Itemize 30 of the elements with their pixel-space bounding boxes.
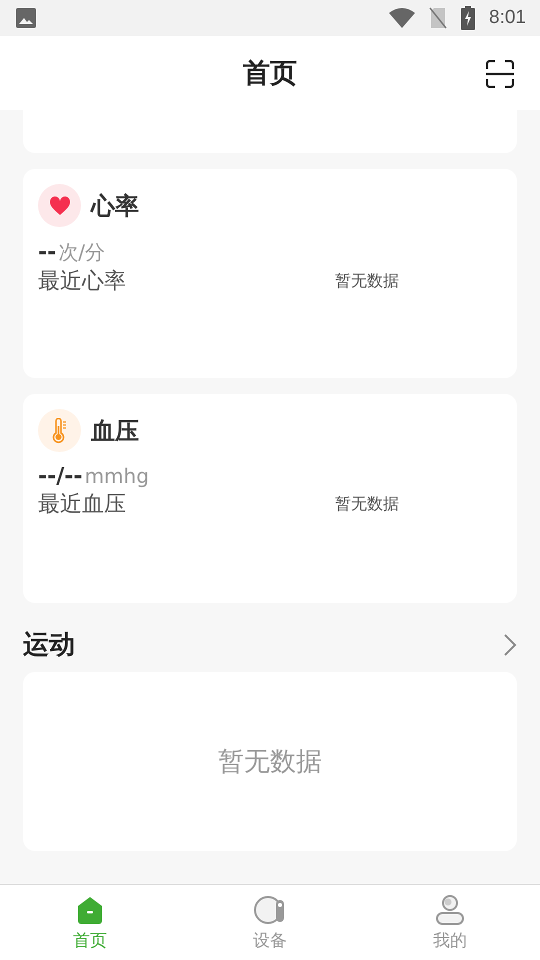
metric-unit: 次/分 — [58, 239, 106, 266]
device-icon — [254, 895, 286, 925]
empty-text: 暂无数据 — [218, 746, 322, 779]
metric-value: -- — [38, 240, 56, 265]
card-title: 心率 — [91, 190, 139, 222]
nav-tab[interactable]: 首页 — [0, 885, 180, 960]
heart-icon — [48, 196, 70, 216]
page-title: 首页 — [243, 57, 297, 91]
no-data-text: 暂无数据 — [335, 494, 399, 514]
metric-label: 最近血压 — [38, 491, 127, 519]
image-icon — [16, 8, 36, 28]
chevron-right-icon[interactable] — [503, 632, 517, 656]
metric-card[interactable]: 血压 --/--mmhg 最近血压 暂无数据 — [23, 394, 517, 603]
wifi-icon — [389, 8, 416, 28]
card-title: 血压 — [91, 416, 139, 446]
home-icon — [75, 895, 105, 925]
no-sim-icon — [429, 7, 448, 29]
metric-label: 最近心率 — [38, 268, 127, 296]
scan-icon[interactable] — [486, 60, 514, 88]
section-title: 运动 — [23, 629, 75, 662]
profile-icon — [435, 895, 465, 925]
thermometer-icon — [52, 418, 68, 444]
metric-unit: mmhg — [84, 464, 149, 488]
no-data-text: 暂无数据 — [335, 270, 399, 292]
status-time: 8:01 — [489, 7, 526, 29]
nav-tab[interactable]: 设备 — [180, 885, 360, 960]
nav-tab[interactable]: 我的 — [360, 885, 540, 960]
battery-icon — [461, 6, 476, 30]
metric-value: --/-- — [38, 464, 83, 489]
metric-card[interactable]: 心率 --次/分 最近心率 暂无数据 — [23, 169, 517, 378]
